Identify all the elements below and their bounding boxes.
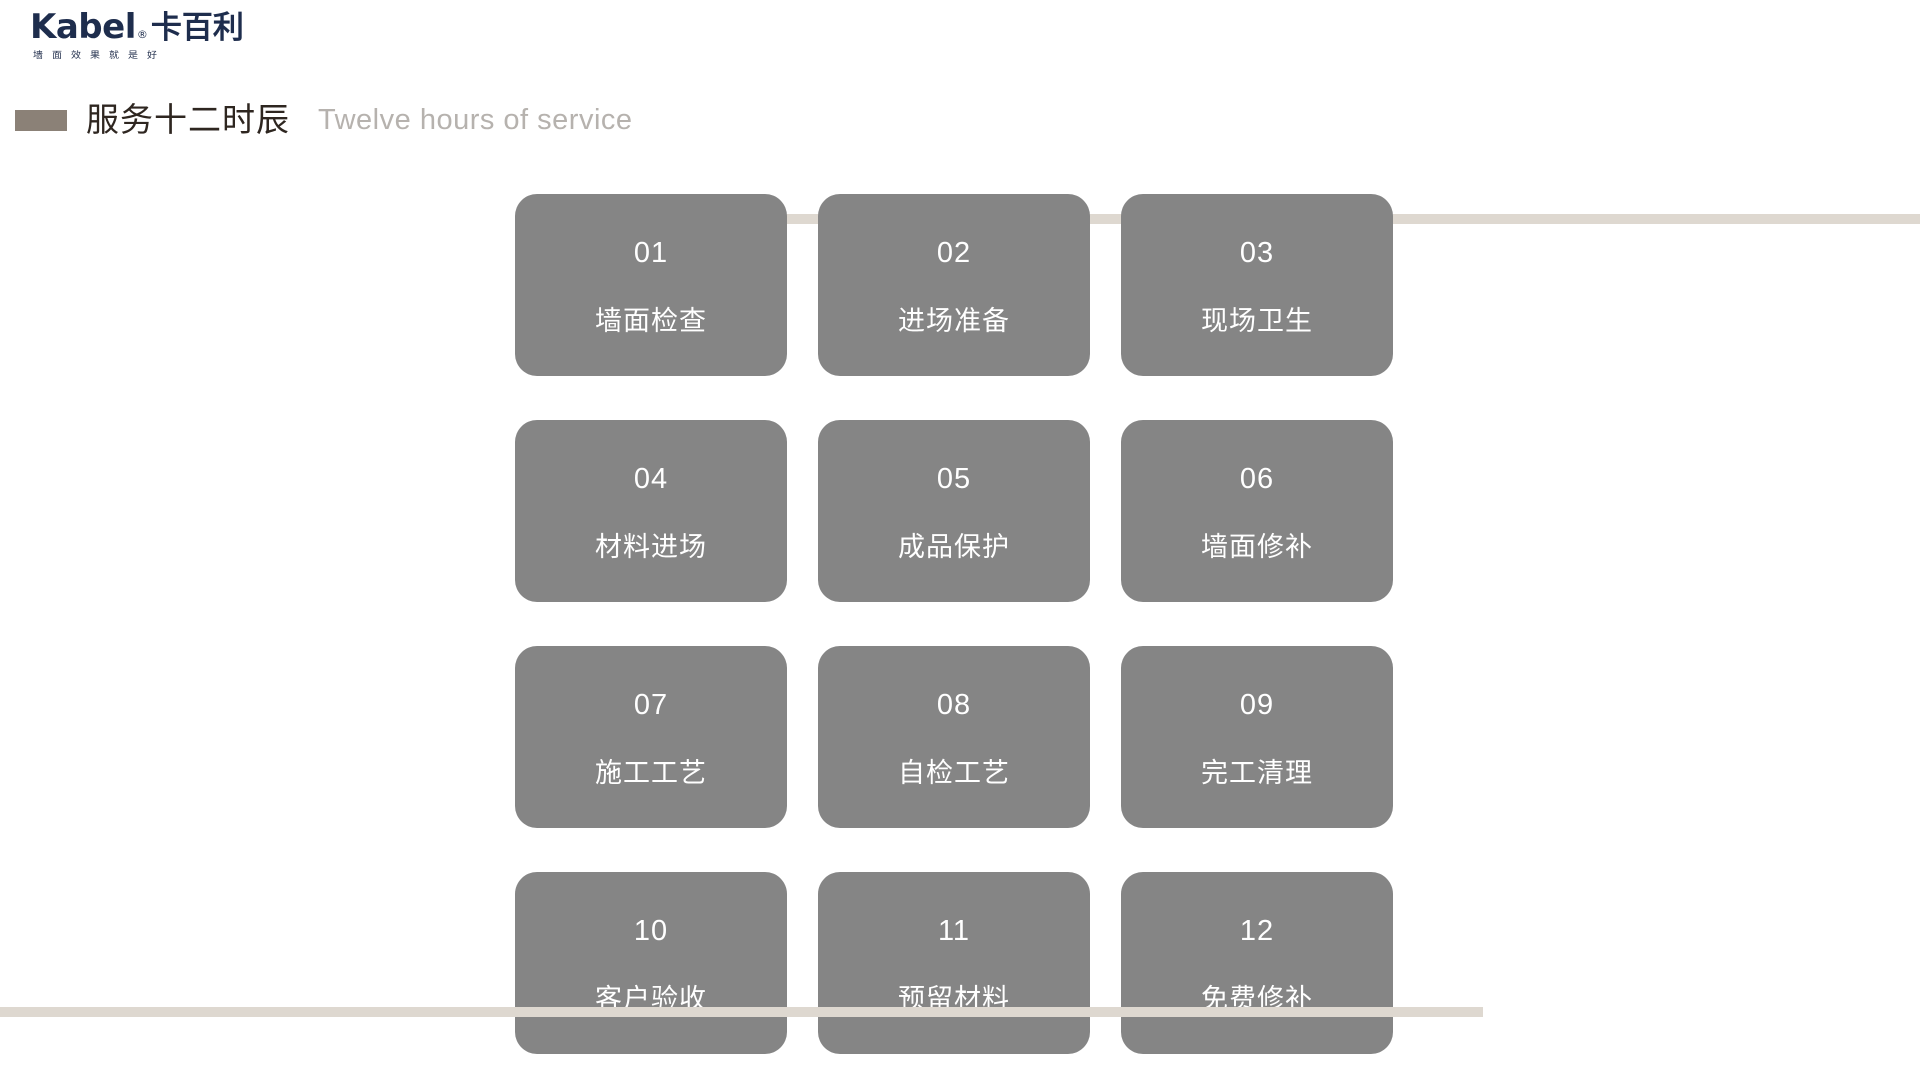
process-card-number: 05 xyxy=(936,463,972,495)
logo-chinese-text: 卡百利 xyxy=(150,10,244,46)
registered-trademark-icon: ® xyxy=(136,28,148,41)
process-card[interactable]: 11 预留材料 xyxy=(818,872,1090,1054)
process-card[interactable]: 07 施工工艺 xyxy=(515,646,787,828)
process-card[interactable]: 03 现场卫生 xyxy=(1121,194,1393,376)
process-card-number: 08 xyxy=(936,689,972,721)
title-accent-bar xyxy=(15,110,67,131)
logo-wordmark: Kabel ® 卡百利 xyxy=(30,10,260,44)
logo-tagline: 墙面效果就是好 xyxy=(33,50,166,61)
process-card-number: 09 xyxy=(1239,689,1275,721)
process-card-number: 12 xyxy=(1239,915,1275,947)
process-card-number: 11 xyxy=(937,915,971,947)
process-card-label: 自检工艺 xyxy=(898,758,1010,789)
process-card-number: 07 xyxy=(633,689,669,721)
process-card[interactable]: 10 客户验收 xyxy=(515,872,787,1054)
process-card-number: 04 xyxy=(633,463,669,495)
process-step-grid: 01 墙面检查 02 进场准备 03 现场卫生 04 材料进场 05 成品保护 06 墙面修补 07 施工… xyxy=(515,194,1393,1054)
process-card-number: 02 xyxy=(936,237,972,269)
brand-logo: Kabel ® 卡百利 墙面效果就是好 xyxy=(30,10,260,70)
process-card-number: 10 xyxy=(633,915,669,947)
process-card[interactable]: 08 自检工艺 xyxy=(818,646,1090,828)
footer-divider xyxy=(0,1007,1483,1017)
process-card[interactable]: 01 墙面检查 xyxy=(515,194,787,376)
section-header: 服务十二时辰 Twelve hours of service xyxy=(0,98,1920,224)
page-subtitle: Twelve hours of service xyxy=(318,104,633,136)
process-card-label: 墙面检查 xyxy=(595,306,707,337)
process-card[interactable]: 05 成品保护 xyxy=(818,420,1090,602)
process-card-number: 03 xyxy=(1239,237,1275,269)
process-card-label: 完工清理 xyxy=(1201,758,1313,789)
process-card-label: 施工工艺 xyxy=(595,758,707,789)
process-card-label: 进场准备 xyxy=(898,306,1010,337)
logo-latin-text: Kabel xyxy=(30,7,136,47)
process-card[interactable]: 12 免费修补 xyxy=(1121,872,1393,1054)
process-card[interactable]: 09 完工清理 xyxy=(1121,646,1393,828)
process-card-label: 现场卫生 xyxy=(1201,306,1313,337)
process-card-number: 01 xyxy=(633,237,669,269)
process-card[interactable]: 02 进场准备 xyxy=(818,194,1090,376)
process-card-label: 墙面修补 xyxy=(1201,532,1313,563)
process-card[interactable]: 04 材料进场 xyxy=(515,420,787,602)
process-card-number: 06 xyxy=(1239,463,1275,495)
page-title: 服务十二时辰 xyxy=(86,100,290,139)
process-card[interactable]: 06 墙面修补 xyxy=(1121,420,1393,602)
process-card-label: 材料进场 xyxy=(595,532,707,563)
process-card-label: 成品保护 xyxy=(898,532,1010,563)
